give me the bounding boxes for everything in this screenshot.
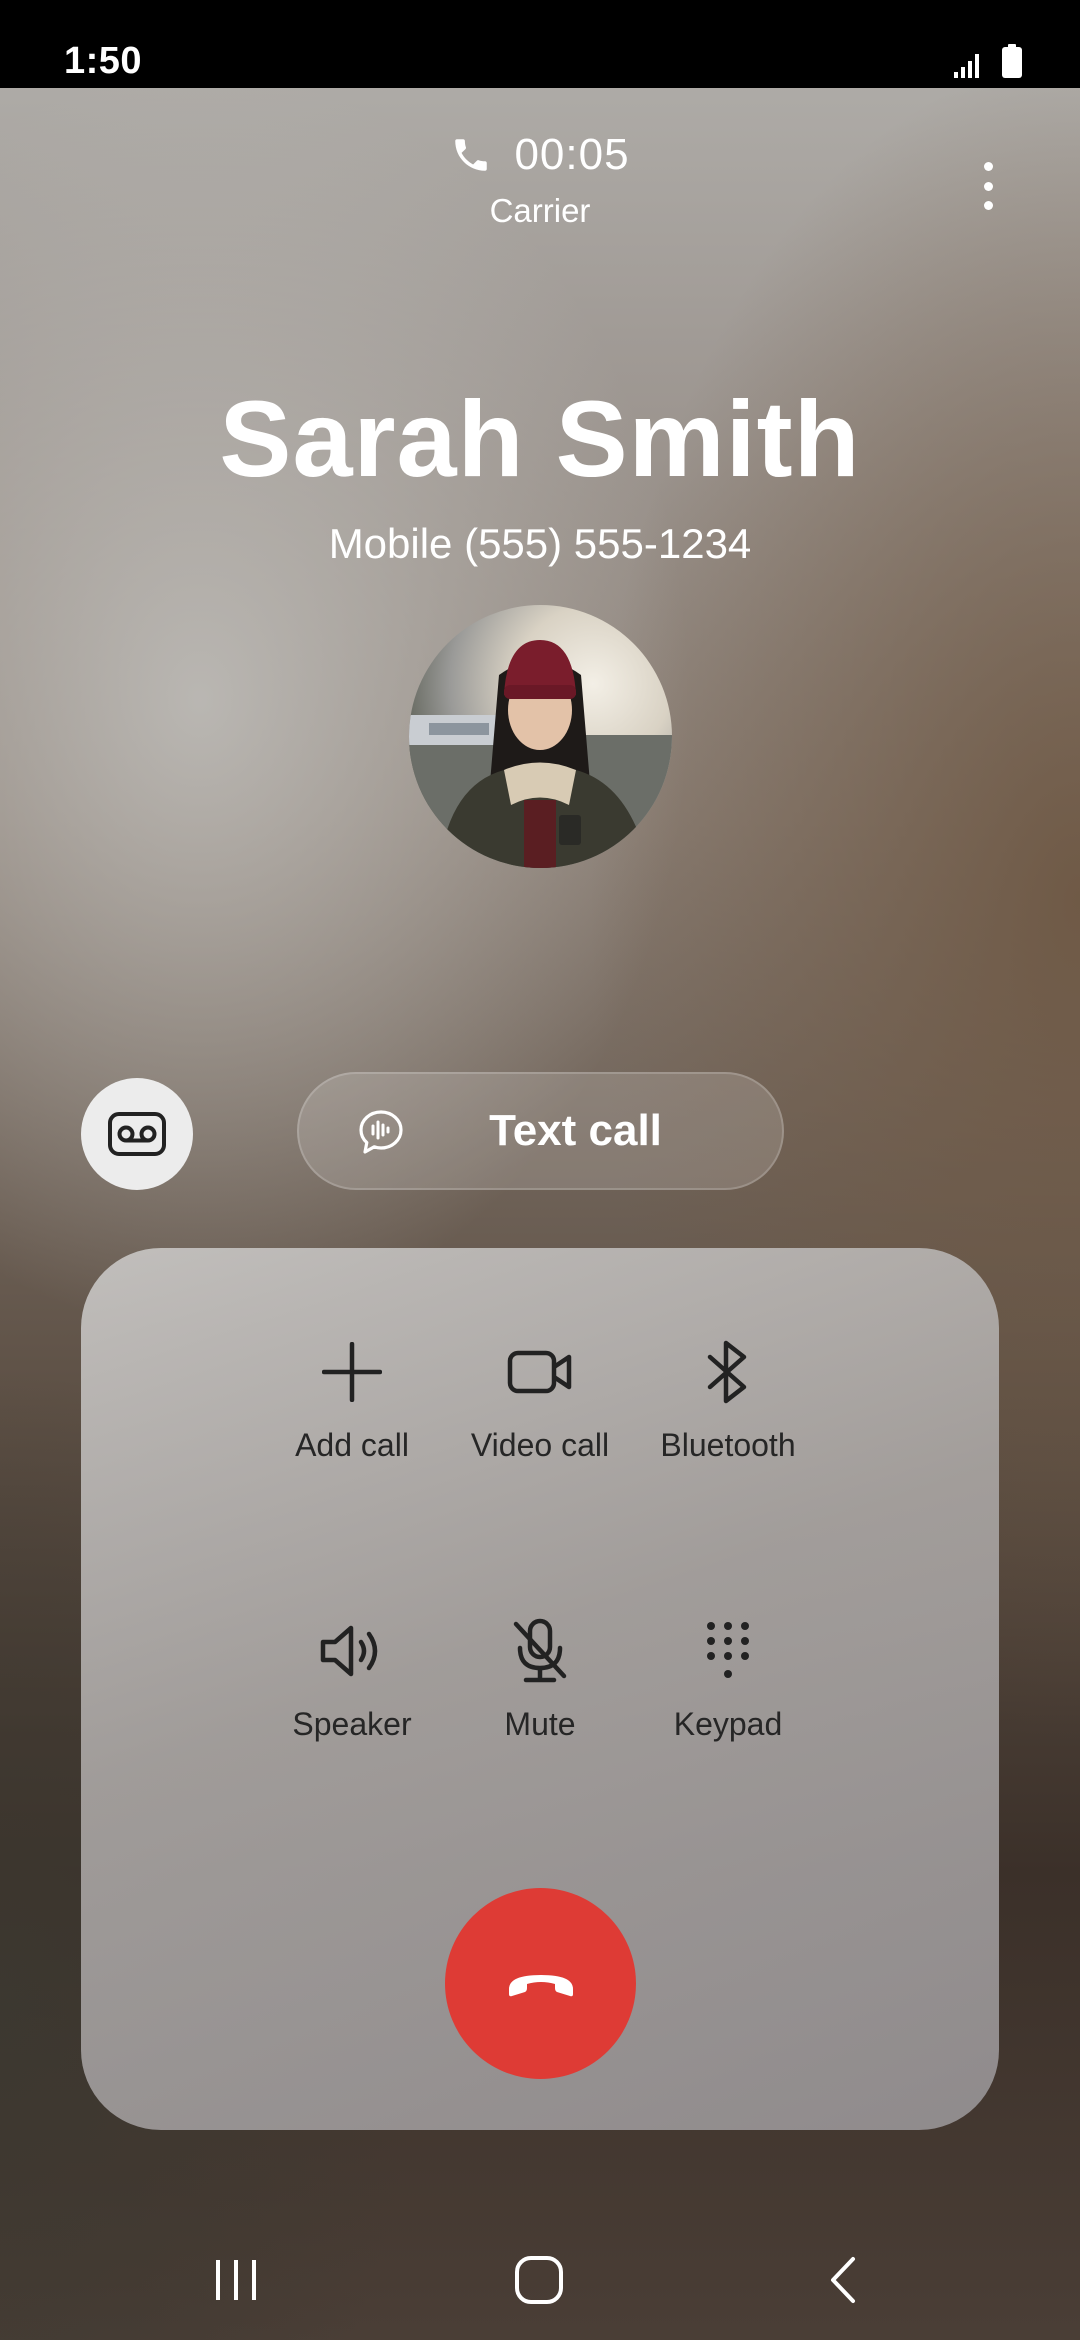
voicemail-button[interactable] [81, 1078, 193, 1190]
more-options-button[interactable] [968, 158, 1008, 214]
phone-hangup-icon [508, 1974, 573, 1996]
plus-icon [322, 1342, 382, 1402]
carrier-label: Carrier [489, 192, 591, 229]
call-duration-row: 00:05 [0, 130, 1080, 180]
keypad-icon [707, 1622, 749, 1678]
bluetooth-button[interactable]: Bluetooth [598, 1331, 858, 1501]
text-call-label: Text call [489, 1106, 662, 1155]
video-camera-icon [507, 1350, 572, 1394]
status-bar: 1:50 [0, 0, 1080, 88]
status-icons [954, 44, 1022, 78]
phone-icon [455, 139, 488, 171]
avatar-photo [409, 640, 672, 868]
contact-name: Sarah Smith [219, 378, 861, 499]
end-call-button[interactable] [445, 1888, 636, 2079]
battery-icon [1002, 44, 1022, 78]
contact-avatar [409, 605, 672, 868]
keypad-label: Keypad [673, 1706, 783, 1742]
contact-number: Mobile (555) 555-1234 [328, 520, 752, 567]
text-call-button[interactable]: Text call [297, 1072, 784, 1190]
microphone-off-icon [513, 1618, 567, 1683]
recents-icon [216, 2260, 256, 2300]
keypad-button[interactable]: Keypad [598, 1610, 858, 1780]
bluetooth-label: Bluetooth [660, 1427, 796, 1463]
call-duration: 00:05 [514, 130, 630, 179]
more-vertical-icon [983, 162, 993, 171]
call-header: 00:05 Carrier [0, 130, 1080, 230]
recents-button[interactable] [176, 2240, 296, 2320]
back-button[interactable] [782, 2240, 902, 2320]
bluetooth-icon [707, 1340, 747, 1404]
signal-icon [954, 54, 979, 78]
home-button[interactable] [479, 2240, 599, 2320]
in-call-screen: 1:50 00:05 Carrier Sarah Smith Mobile (5… [0, 0, 1080, 2340]
home-icon [515, 2256, 563, 2304]
back-icon [831, 2257, 855, 2303]
speaker-icon [320, 1625, 378, 1677]
status-time: 1:50 [64, 40, 143, 82]
voicemail-icon [108, 1112, 166, 1156]
navigation-bar [0, 2230, 1080, 2340]
